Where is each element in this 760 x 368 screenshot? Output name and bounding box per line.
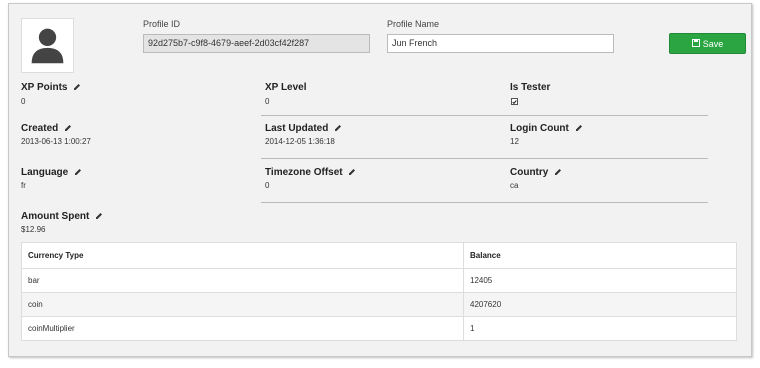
xp-points-value: 0 — [21, 97, 26, 106]
amount-spent-value: $12.96 — [21, 225, 46, 234]
pencil-icon[interactable] — [348, 168, 356, 176]
last-updated-value: 2014-12-05 1:36:18 — [265, 137, 335, 146]
currency-type-cell: coinMultiplier — [22, 317, 464, 340]
profile-name-field[interactable]: Jun French — [387, 34, 614, 53]
table-row: coinMultiplier 1 — [22, 316, 736, 340]
created-label: Created — [21, 123, 72, 134]
pencil-icon[interactable] — [73, 83, 81, 91]
language-value: fr — [21, 181, 26, 190]
language-label: Language — [21, 167, 82, 178]
checkmark-icon — [512, 99, 517, 104]
login-count-value: 12 — [510, 137, 519, 146]
avatar — [21, 18, 74, 73]
table-row: bar 12405 — [22, 268, 736, 292]
currency-type-cell: bar — [22, 269, 464, 292]
amount-spent-label: Amount Spent — [21, 211, 103, 222]
pencil-icon[interactable] — [575, 124, 583, 132]
table-row: coin 4207620 — [22, 292, 736, 316]
country-label: Country — [510, 167, 562, 178]
timezone-offset-label: Timezone Offset — [265, 167, 356, 178]
pencil-icon[interactable] — [334, 124, 342, 132]
profile-panel: Profile ID 92d275b7-c9f8-4679-aeef-2d03c… — [8, 3, 752, 357]
last-updated-label: Last Updated — [265, 123, 342, 134]
balance-cell: 12405 — [470, 276, 493, 285]
is-tester-checkbox[interactable] — [511, 98, 518, 105]
xp-points-label: XP Points — [21, 82, 81, 93]
user-silhouette-icon — [31, 28, 64, 64]
currency-type-cell: coin — [22, 293, 464, 316]
login-count-label: Login Count — [510, 123, 583, 134]
divider — [261, 202, 708, 203]
save-button-label: Save — [702, 38, 724, 49]
created-value: 2013-06-13 1:00:27 — [21, 137, 91, 146]
pencil-icon[interactable] — [74, 168, 82, 176]
profile-name-label: Profile Name — [387, 19, 440, 29]
profile-id-field[interactable]: 92d275b7-c9f8-4679-aeef-2d03cf42f287 — [143, 34, 370, 53]
floppy-disk-icon — [691, 38, 700, 49]
xp-level-label: XP Level — [265, 82, 307, 93]
timezone-offset-value: 0 — [265, 181, 270, 190]
country-value: ca — [510, 181, 519, 190]
profile-id-label: Profile ID — [143, 19, 181, 29]
divider — [261, 158, 708, 159]
column-header-currency-type: Currency Type — [22, 243, 464, 268]
xp-level-value: 0 — [265, 97, 270, 106]
divider — [261, 115, 708, 116]
is-tester-label: Is Tester — [510, 82, 551, 93]
balance-cell: 4207620 — [470, 300, 502, 309]
balance-cell: 1 — [470, 324, 475, 333]
save-button[interactable]: Save — [669, 33, 746, 54]
pencil-icon[interactable] — [95, 212, 103, 220]
table-header-row: Currency Type Balance — [22, 243, 736, 268]
pencil-icon[interactable] — [64, 124, 72, 132]
column-header-balance: Balance — [470, 251, 501, 260]
currency-table: Currency Type Balance bar 12405 coin 420… — [21, 242, 737, 341]
pencil-icon[interactable] — [554, 168, 562, 176]
